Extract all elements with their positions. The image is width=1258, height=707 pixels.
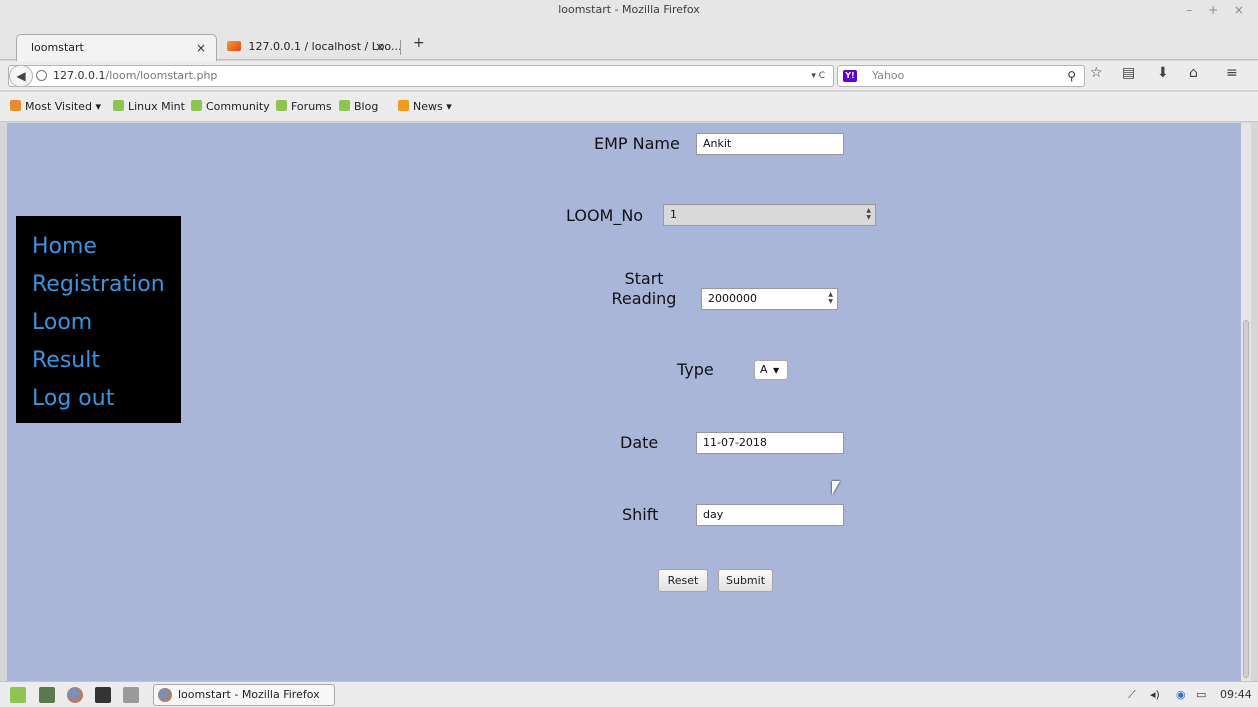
bookmark-blog[interactable]: Blog: [339, 92, 378, 122]
emp-name-input[interactable]: Ankit: [696, 133, 844, 155]
bookmark-label: Forums: [291, 100, 332, 113]
phpmyadmin-icon: [227, 41, 241, 51]
search-placeholder: Yahoo: [872, 69, 905, 82]
rss-icon: [398, 100, 409, 111]
show-desktop-icon[interactable]: [39, 687, 55, 703]
menu-link-home[interactable]: Home: [32, 228, 181, 266]
window-title: loomstart - Mozilla Firefox: [558, 3, 700, 16]
mint-menu-icon[interactable]: [10, 687, 26, 703]
navigation-bar: ◀ 127.0.0.1/loom/loomstart.php ▾ C Y! Ya…: [0, 61, 1258, 91]
emp-name-label: EMP Name: [594, 134, 680, 153]
url-dropdown-reload-icons[interactable]: ▾ C: [811, 66, 825, 86]
bookmark-linux-mint[interactable]: Linux Mint: [113, 92, 185, 122]
files-icon[interactable]: [123, 687, 139, 703]
date-input[interactable]: 11-07-2018: [696, 432, 844, 454]
update-icon[interactable]: ◉: [1176, 682, 1186, 707]
search-bar[interactable]: Y! Yahoo ⚲: [837, 65, 1085, 87]
back-button[interactable]: ◀: [9, 65, 33, 87]
bookmark-star-icon[interactable]: ☆: [1090, 65, 1103, 81]
start-reading-label: Start Reading: [611, 269, 677, 309]
window-controls[interactable]: – + ×: [1186, 0, 1250, 20]
reading-list-icon[interactable]: ▤: [1122, 65, 1135, 81]
date-label: Date: [620, 433, 659, 452]
type-select-value: A: [760, 363, 768, 376]
start-reading-input[interactable]: 2000000 ▲ ▼: [701, 288, 838, 310]
menu-link-registration[interactable]: Registration: [32, 266, 181, 304]
menu-link-logout[interactable]: Log out: [32, 380, 181, 418]
yahoo-icon[interactable]: Y!: [843, 70, 857, 82]
taskbar-app-firefox[interactable]: loomstart - Mozilla Firefox: [153, 684, 335, 706]
loom-no-input[interactable]: 1 ▲ ▼: [663, 204, 876, 226]
firefox-launcher-icon[interactable]: [67, 687, 83, 703]
search-icon[interactable]: ⚲: [1067, 66, 1076, 86]
type-select[interactable]: A ▼: [754, 360, 788, 380]
volume-icon[interactable]: ◂): [1150, 682, 1160, 707]
bookmark-news[interactable]: News ▾: [398, 92, 452, 122]
url-path: /loom/loomstart.php: [105, 69, 218, 82]
url-bar[interactable]: ◀ 127.0.0.1/loom/loomstart.php ▾ C: [8, 65, 834, 87]
bookmark-label: Community: [206, 100, 270, 113]
spinner-arrows-icon[interactable]: ▲ ▼: [828, 291, 833, 305]
tab-loomstart[interactable]: loomstart ×: [16, 34, 217, 61]
shift-label: Shift: [622, 505, 659, 524]
clock: 09:44: [1220, 688, 1252, 701]
spinner-arrows-icon[interactable]: ▲ ▼: [866, 207, 871, 221]
menu-link-result[interactable]: Result: [32, 342, 181, 380]
shift-input[interactable]: day: [696, 504, 844, 526]
scrollbar-thumb[interactable]: [1243, 320, 1249, 678]
start-reading-value: 2000000: [708, 292, 757, 305]
bookmark-label: Most Visited ▾: [25, 100, 101, 113]
tab-separator: [400, 40, 401, 55]
firefox-icon: [158, 688, 172, 702]
mint-icon: [276, 100, 287, 111]
mouse-cursor-icon: [832, 481, 840, 495]
home-icon[interactable]: ⌂: [1189, 65, 1198, 81]
mint-icon: [191, 100, 202, 111]
bookmark-most-visited[interactable]: Most Visited ▾: [10, 92, 101, 122]
page-content: Home Registration Loom Result Log out EM…: [7, 123, 1241, 681]
side-menu: Home Registration Loom Result Log out: [16, 216, 181, 423]
tab-close-icon[interactable]: ×: [196, 35, 206, 61]
bookmarks-bar: Most Visited ▾ Linux Mint Community Foru…: [0, 92, 1258, 122]
terminal-icon[interactable]: [95, 687, 111, 703]
mint-icon: [113, 100, 124, 111]
bookmark-community[interactable]: Community: [191, 92, 270, 122]
taskbar-app-label: loomstart - Mozilla Firefox: [178, 688, 320, 701]
taskbar: loomstart - Mozilla Firefox ⟋ ◂) ◉ ▭ 09:…: [0, 681, 1258, 707]
network-icon[interactable]: ⟋: [1128, 682, 1136, 707]
new-tab-button[interactable]: +: [413, 35, 425, 51]
window-titlebar: loomstart - Mozilla Firefox – + ×: [0, 0, 1258, 20]
submit-button[interactable]: Submit: [718, 569, 773, 592]
bookmark-label: Blog: [354, 100, 379, 113]
url-text: 127.0.0.1/loom/loomstart.php: [53, 66, 217, 86]
menu-icon[interactable]: ≡: [1226, 65, 1238, 81]
tab-phpmyadmin[interactable]: 127.0.0.1 / localhost / Loo... ×: [217, 34, 407, 61]
tab-close-icon[interactable]: ×: [375, 34, 385, 60]
chevron-down-icon: ▼: [773, 366, 780, 375]
reset-button[interactable]: Reset: [658, 569, 708, 592]
loom-no-value: 1: [670, 208, 677, 221]
globe-icon: [36, 70, 47, 81]
start-reading-label-line2: Reading: [611, 289, 677, 308]
folder-icon: [10, 100, 21, 111]
battery-icon[interactable]: ▭: [1196, 682, 1206, 707]
bookmark-label: Linux Mint: [128, 100, 185, 113]
type-label: Type: [677, 360, 714, 379]
start-reading-label-line1: Start: [624, 269, 664, 288]
menu-link-loom[interactable]: Loom: [32, 304, 181, 342]
bookmark-forums[interactable]: Forums: [276, 92, 332, 122]
url-host: 127.0.0.1: [53, 69, 106, 82]
downloads-icon[interactable]: ⬇: [1157, 65, 1169, 81]
tab-label: loomstart: [31, 41, 84, 54]
loom-no-label: LOOM_No: [566, 206, 644, 225]
bookmark-label: News ▾: [413, 100, 452, 113]
mint-icon: [339, 100, 350, 111]
